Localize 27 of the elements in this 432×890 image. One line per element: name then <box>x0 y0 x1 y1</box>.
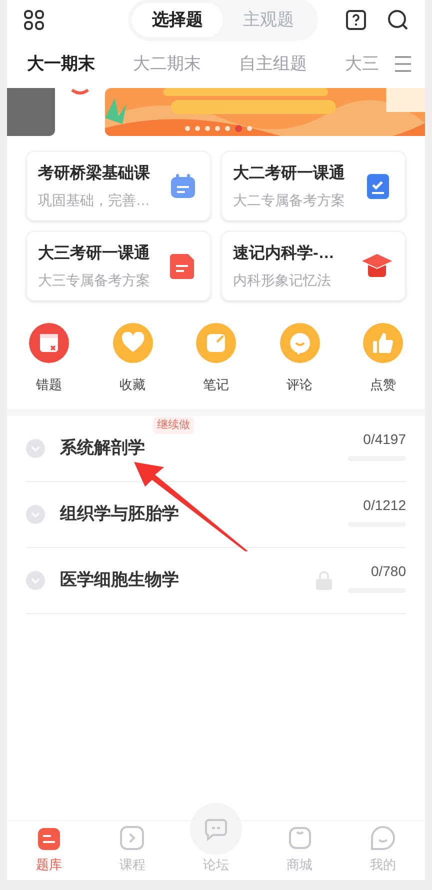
subject-name: 系统解剖学 <box>60 438 145 457</box>
course-title: 考研桥梁基础课 <box>38 163 150 184</box>
continue-badge: 继续做 <box>153 417 194 434</box>
subject-name: 医学细胞生物学 <box>60 570 179 589</box>
subject-row[interactable]: 医学细胞生物学 0/780 <box>26 548 406 614</box>
course-subtitle: 巩固基础，完善… <box>38 190 150 210</box>
course-title: 速记内科学-… <box>233 244 334 264</box>
shortcut-button[interactable]: 评论 <box>280 323 320 394</box>
subject-name: 组织学与胚胎学 <box>60 504 179 523</box>
progress-count: 0/780 <box>370 562 406 581</box>
course-card[interactable]: 大三考研一课通 大三专属备考方案 <box>26 231 211 301</box>
course-card[interactable]: 速记内科学-… 内科形象记忆法 <box>221 231 406 301</box>
progress-count: 0/4197 <box>363 430 406 449</box>
shortcut-button[interactable]: 错题 <box>29 323 69 394</box>
course-subtitle: 大二专属备考方案 <box>233 190 345 210</box>
shortcut-button[interactable]: 收藏 <box>112 323 152 394</box>
course-card[interactable]: 考研桥梁基础课 巩固基础，完善… <box>26 151 211 221</box>
mode-tab[interactable]: 选择题 <box>132 3 223 37</box>
course-card[interactable]: 大二考研一课通 大二专属备考方案 <box>221 151 406 221</box>
course-subtitle: 内科形象记忆法 <box>233 270 332 290</box>
course-title: 大二考研一课通 <box>233 163 345 184</box>
course-title: 大三考研一课通 <box>38 243 150 264</box>
shortcut-button[interactable]: 点赞 <box>363 323 403 394</box>
shortcut-button[interactable]: 笔记 <box>196 323 236 394</box>
course-subtitle: 大三专属备考方案 <box>38 270 150 290</box>
category-tab[interactable]: 大一期末 <box>27 51 95 77</box>
progress-count: 0/1212 <box>363 496 406 515</box>
